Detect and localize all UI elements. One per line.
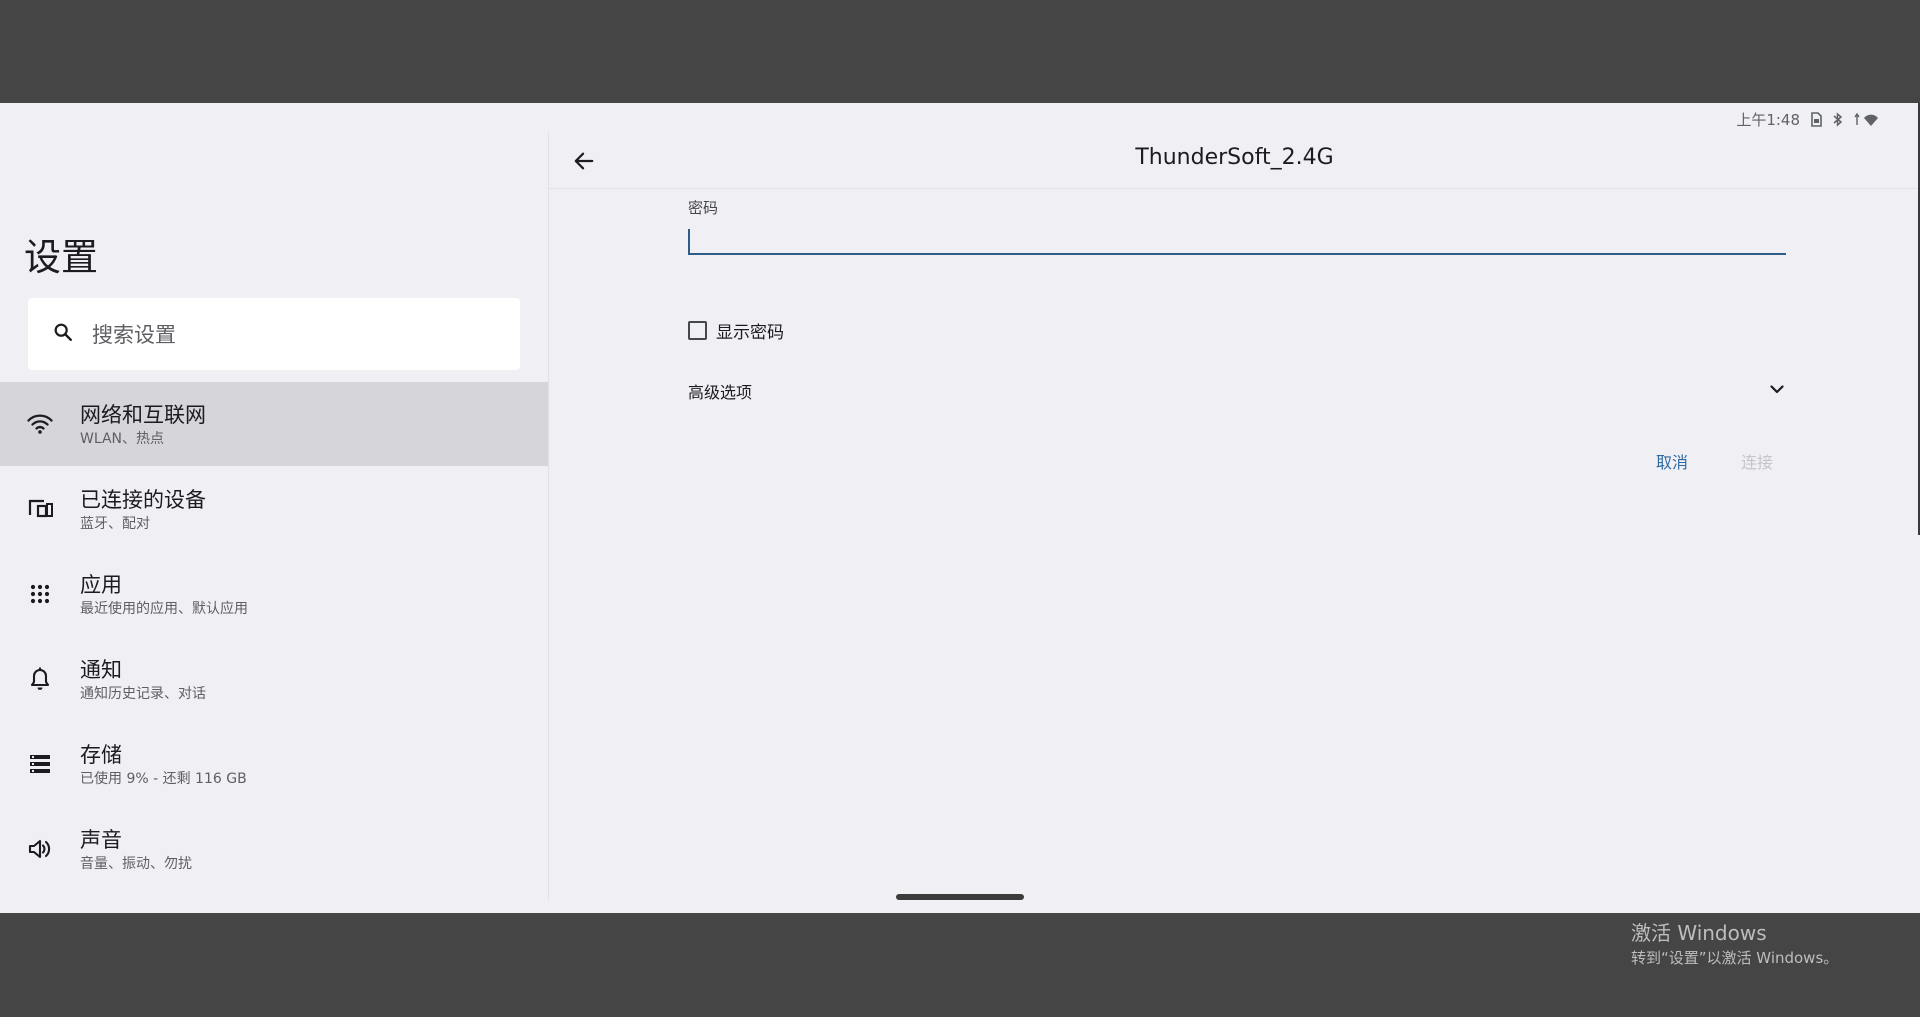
windows-activation-watermark: 激活 Windows 转到“设置”以激活 Windows。 bbox=[1631, 920, 1838, 968]
sidebar-item-subtitle: 最近使用的应用、默认应用 bbox=[80, 600, 248, 617]
sidebar-item-title: 已连接的设备 bbox=[80, 487, 206, 512]
dialog-toolbar: ThunderSoft_2.4G bbox=[549, 131, 1920, 189]
sidebar-item-connected-devices[interactable]: 已连接的设备 蓝牙、配对 bbox=[0, 467, 548, 551]
sidebar-item-apps[interactable]: 应用 最近使用的应用、默认应用 bbox=[0, 552, 548, 636]
sidebar-item-subtitle: 蓝牙、配对 bbox=[80, 515, 150, 532]
sidebar-item-subtitle: 通知历史记录、对话 bbox=[80, 685, 206, 702]
sidebar-item-subtitle: 音量、振动、勿扰 bbox=[80, 855, 192, 872]
wifi-icon bbox=[0, 413, 80, 435]
sidebar-item-network[interactable]: 网络和互联网 WLAN、热点 bbox=[0, 382, 548, 466]
connect-button[interactable]: 连接 bbox=[1741, 449, 1773, 473]
sidebar-item-title: 存储 bbox=[80, 742, 122, 767]
bell-icon bbox=[0, 667, 80, 691]
cancel-button[interactable]: 取消 bbox=[1656, 449, 1688, 473]
sim-icon bbox=[1810, 111, 1822, 127]
text-caret bbox=[688, 229, 690, 253]
apps-icon bbox=[0, 584, 80, 604]
settings-sidebar: 设置 搜索设置 网络和互联网 WLAN、热点 已连接的设备 蓝牙、配对 应用 最… bbox=[0, 103, 548, 913]
storage-icon bbox=[0, 754, 80, 774]
android-screen: 上午1:48 设置 搜索设置 网络和互联网 WLAN、热点 已连接的设备 蓝牙、… bbox=[0, 103, 1920, 913]
status-bar: 上午1:48 bbox=[1736, 107, 1882, 131]
devices-icon bbox=[0, 498, 80, 520]
sidebar-item-sound[interactable]: 声音 音量、振动、勿扰 bbox=[0, 807, 548, 891]
sidebar-item-subtitle: WLAN、热点 bbox=[80, 430, 165, 447]
gesture-nav-handle[interactable] bbox=[896, 894, 1024, 900]
show-password-label: 显示密码 bbox=[716, 323, 784, 343]
watermark-subtitle: 转到“设置”以激活 Windows。 bbox=[1631, 949, 1839, 967]
signal-icon bbox=[1854, 112, 1882, 127]
sidebar-item-title: 通知 bbox=[80, 657, 122, 682]
search-settings-box[interactable]: 搜索设置 bbox=[28, 298, 520, 370]
sidebar-item-storage[interactable]: 存储 已使用 9% - 还剩 116 GB bbox=[0, 722, 548, 806]
bluetooth-icon bbox=[1832, 111, 1844, 127]
advanced-options-label: 高级选项 bbox=[688, 383, 753, 402]
dialog-title: ThunderSoft_2.4G bbox=[1135, 145, 1334, 170]
settings-title: 设置 bbox=[24, 236, 98, 279]
password-field[interactable] bbox=[688, 223, 1786, 255]
sidebar-item-title: 网络和互联网 bbox=[80, 402, 206, 427]
sidebar-item-subtitle: 已使用 9% - 还剩 116 GB bbox=[80, 770, 247, 787]
show-password-checkbox[interactable]: 显示密码 bbox=[688, 318, 784, 343]
sidebar-item-title: 声音 bbox=[80, 827, 122, 852]
watermark-title: 激活 Windows bbox=[1631, 921, 1767, 945]
volume-icon bbox=[0, 838, 80, 860]
chevron-down-icon bbox=[1768, 380, 1786, 402]
sidebar-item-title: 应用 bbox=[80, 572, 122, 597]
search-icon bbox=[52, 321, 74, 347]
sidebar-item-notifications[interactable]: 通知 通知历史记录、对话 bbox=[0, 637, 548, 721]
search-placeholder: 搜索设置 bbox=[92, 323, 176, 347]
status-time: 上午1:48 bbox=[1736, 110, 1800, 129]
checkbox-unchecked-icon bbox=[688, 321, 707, 340]
advanced-options-toggle[interactable]: 高级选项 bbox=[688, 376, 1786, 406]
password-label: 密码 bbox=[688, 199, 719, 217]
wifi-connect-dialog: ThunderSoft_2.4G 密码 显示密码 高级选项 取消 连接 bbox=[549, 131, 1920, 913]
